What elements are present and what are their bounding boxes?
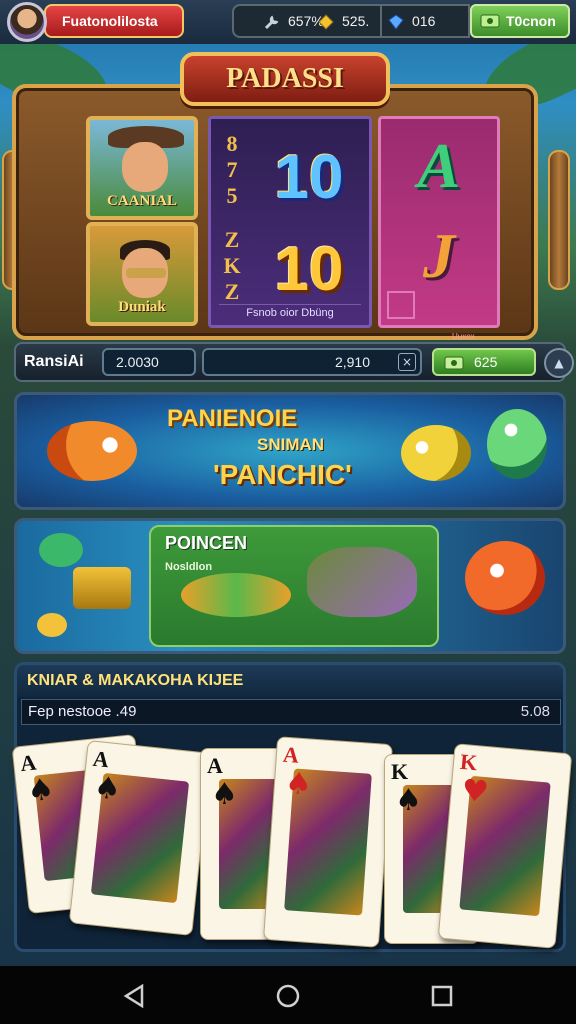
- gold-bar-icon: [318, 14, 334, 30]
- banner2-subtitle: Nosldlon: [165, 561, 213, 573]
- reel-letters[interactable]: A J: [378, 116, 500, 328]
- resource-counter-1[interactable]: 657% 525.: [232, 4, 382, 38]
- card-suit-icon: ♠: [25, 771, 56, 810]
- card-section-info: Fep nestooe .49 5.08: [21, 699, 561, 725]
- character-portrait-2[interactable]: Duniak: [86, 222, 198, 326]
- reel-caption: Fsnob oior Dbüng: [219, 304, 361, 319]
- reel-side-text-top: 875: [226, 131, 238, 208]
- cash-icon: [480, 14, 500, 28]
- bet-bar: RansiAi 2.0030 2,910 × 625 ▲: [14, 342, 574, 382]
- yellow-fish-icon: [401, 425, 471, 481]
- card-info-left: Fep nestooe .49: [28, 703, 137, 720]
- resource3-value: 016: [412, 13, 436, 29]
- reel-numbers[interactable]: 875 ZKZ 10 10 Fsnob oior Dbüng: [208, 116, 372, 328]
- player-name-pill[interactable]: Fuatonolilosta: [44, 4, 184, 38]
- close-icon[interactable]: ×: [398, 353, 416, 371]
- card-rank: K: [459, 748, 479, 776]
- back-nav-icon[interactable]: [122, 984, 146, 1008]
- promo-banner-2[interactable]: POINCEN Nosldlon: [14, 518, 566, 654]
- card-rank: A: [91, 745, 111, 773]
- gem-icon: [388, 14, 404, 30]
- goldfish-icon: [47, 421, 137, 481]
- home-nav-icon[interactable]: [276, 984, 300, 1008]
- treasure-chest-icon: [73, 567, 131, 609]
- card-suit-icon: ♥: [460, 773, 491, 811]
- buy-button[interactable]: T0cnon: [470, 4, 570, 38]
- gold-coin-icon: [37, 613, 67, 637]
- playing-card[interactable]: A ♠: [68, 740, 212, 936]
- credit-button[interactable]: 625: [432, 348, 536, 376]
- reel-symbol-a: A: [417, 130, 461, 201]
- reel-symbol-j: J: [423, 220, 455, 291]
- striped-fish-icon: [181, 573, 291, 617]
- playing-card[interactable]: A ♠: [263, 736, 393, 948]
- top-bar: Fuatonolilosta 657% 525. 016 T0cnon: [0, 0, 576, 44]
- reel-symbol-10-bottom: 10: [274, 235, 344, 304]
- card-suit-icon: ♠: [211, 777, 238, 812]
- slot-title: PADASSI: [180, 52, 390, 106]
- playing-card[interactable]: K ♥: [437, 743, 573, 949]
- banner1-line1: PANIENOIE: [167, 405, 298, 432]
- character-face: [122, 142, 168, 192]
- resource2-value: 525.: [342, 13, 370, 29]
- credit-tag: Uuxox: [452, 332, 475, 341]
- promo-banner-1[interactable]: PANIENOIE SNIMAN 'PANCHIC': [14, 392, 566, 510]
- portrait1-label: CAANIAL: [106, 193, 177, 209]
- portrait2-label: Duniak: [118, 299, 166, 315]
- frame-pillar-right: [548, 150, 570, 290]
- card-suit-icon: ♠: [92, 770, 123, 808]
- character-portrait-1[interactable]: CAANIAL: [86, 116, 198, 220]
- wrench-icon: [264, 15, 279, 30]
- reel-side-text-bottom: ZKZ: [223, 227, 241, 304]
- card-section-header: KNIAR & MAKAKOHA KIJEE: [17, 665, 563, 697]
- eel-icon: [307, 547, 417, 617]
- resource-counter-2[interactable]: 016: [380, 4, 470, 38]
- up-arrow-icon[interactable]: ▲: [544, 348, 574, 378]
- card-suit-icon: ♠: [283, 765, 314, 803]
- card-rank: K: [391, 759, 409, 784]
- buy-button-label: T0cnon: [506, 13, 556, 29]
- reel-symbol-10-top: 10: [274, 143, 344, 212]
- banner1-line3: 'PANCHIC': [213, 459, 352, 490]
- green-fish-icon: [487, 409, 547, 479]
- card-rank: A: [207, 753, 223, 778]
- card-rank: A: [282, 741, 300, 768]
- cash-icon: [444, 356, 464, 370]
- system-nav-bar: [0, 966, 576, 1024]
- banner2-title: POINCEN: [165, 533, 248, 553]
- sunglasses: [126, 268, 166, 278]
- card-info-right: 5.08: [520, 703, 550, 720]
- banner1-line2: SNIMAN: [257, 435, 325, 454]
- credit-value: 625: [474, 354, 498, 370]
- win-amount-field[interactable]: 2,910: [202, 348, 422, 376]
- player-name: Fuatonolilosta: [62, 13, 158, 29]
- bet-amount-field[interactable]: 2.0030: [102, 348, 196, 376]
- koi-fish-icon: [465, 541, 545, 615]
- recents-nav-icon[interactable]: [430, 984, 454, 1008]
- card-suit-icon: ♠: [395, 783, 422, 818]
- event-panel: POINCEN Nosldlon: [149, 525, 439, 647]
- turtle-icon: [39, 533, 83, 567]
- win-amount: 2,910: [334, 354, 370, 370]
- bet-bar-label: RansiAi: [24, 353, 84, 370]
- reel-grid-box: [387, 291, 415, 319]
- avatar[interactable]: [7, 2, 47, 42]
- game-screen: Fuatonolilosta 657% 525. 016 T0cnon PADA…: [0, 0, 576, 1024]
